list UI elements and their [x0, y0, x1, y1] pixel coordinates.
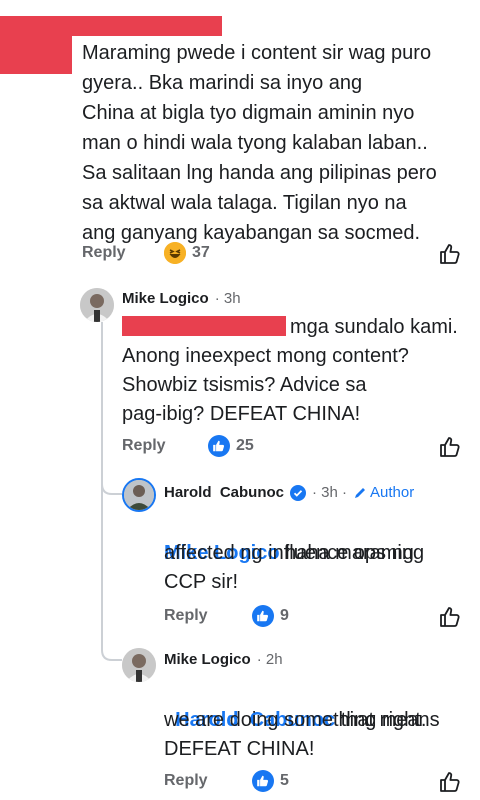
- comment-header: Harold Cabunoc · 3h · Author: [164, 484, 414, 501]
- thumbs-up-icon[interactable]: [438, 770, 462, 794]
- redacted-name: [0, 16, 222, 36]
- thumbs-up-icon[interactable]: [438, 605, 462, 629]
- reply-text: we are doing something right. DEFEAT CHI…: [164, 709, 427, 760]
- pencil-icon: [355, 487, 366, 498]
- thread-elbow: [101, 636, 122, 661]
- like-icon: [252, 605, 274, 627]
- thread-elbow: [101, 470, 122, 495]
- reply-text-first: mga sundalo kami.: [290, 316, 458, 338]
- reply1-actions: Reply: [122, 437, 166, 455]
- comment-header: Mike Logico · 3h: [122, 290, 241, 307]
- avatar[interactable]: [80, 288, 114, 322]
- commenter-name[interactable]: Harold Cabunoc: [164, 484, 284, 501]
- reaction-count: 25: [236, 437, 254, 454]
- timestamp: · 3h: [214, 290, 241, 307]
- like-icon: [208, 435, 230, 457]
- top-comment-text: Maraming pwede i content sir wag puro gy…: [82, 42, 437, 244]
- reply-button[interactable]: Reply: [164, 607, 208, 625]
- reply2-reaction[interactable]: 9: [252, 605, 289, 627]
- reaction-count: 9: [280, 607, 289, 624]
- reply2-actions: Reply: [164, 607, 208, 625]
- reaction-count: 5: [280, 772, 289, 789]
- like-icon: [252, 770, 274, 792]
- author-label: Author: [370, 484, 415, 501]
- timestamp: · 3h ·: [312, 484, 348, 501]
- reaction-count: 37: [192, 244, 210, 261]
- reply-button[interactable]: Reply: [122, 437, 166, 455]
- commenter-name[interactable]: Mike Logico: [164, 651, 251, 668]
- avatar[interactable]: [122, 478, 156, 512]
- redacted-avatar: [0, 36, 72, 74]
- reply-text: affected ng influence ops ng CCP sir!: [164, 542, 414, 593]
- haha-emoji-icon: [164, 242, 186, 264]
- reply1-reaction[interactable]: 25: [208, 435, 254, 457]
- reply3-actions: Reply: [164, 772, 208, 790]
- author-badge: Author: [353, 484, 414, 501]
- timestamp: · 2h: [256, 651, 283, 668]
- top-comment-reaction[interactable]: 37: [164, 242, 210, 264]
- top-comment-actions: Reply: [82, 244, 126, 262]
- reply-button[interactable]: Reply: [82, 244, 126, 262]
- comment-header: Mike Logico · 2h: [164, 651, 283, 668]
- redacted-mention: [122, 316, 286, 336]
- reply-button[interactable]: Reply: [164, 772, 208, 790]
- verified-badge-icon: [290, 484, 307, 501]
- commenter-name[interactable]: Mike Logico: [122, 290, 209, 307]
- reply3-reaction[interactable]: 5: [252, 770, 289, 792]
- avatar[interactable]: [122, 648, 156, 682]
- reply-text: Anong ineexpect mong content? Showbiz ts…: [122, 345, 409, 425]
- thumbs-up-icon[interactable]: [438, 435, 462, 459]
- thumbs-up-icon[interactable]: [438, 242, 462, 266]
